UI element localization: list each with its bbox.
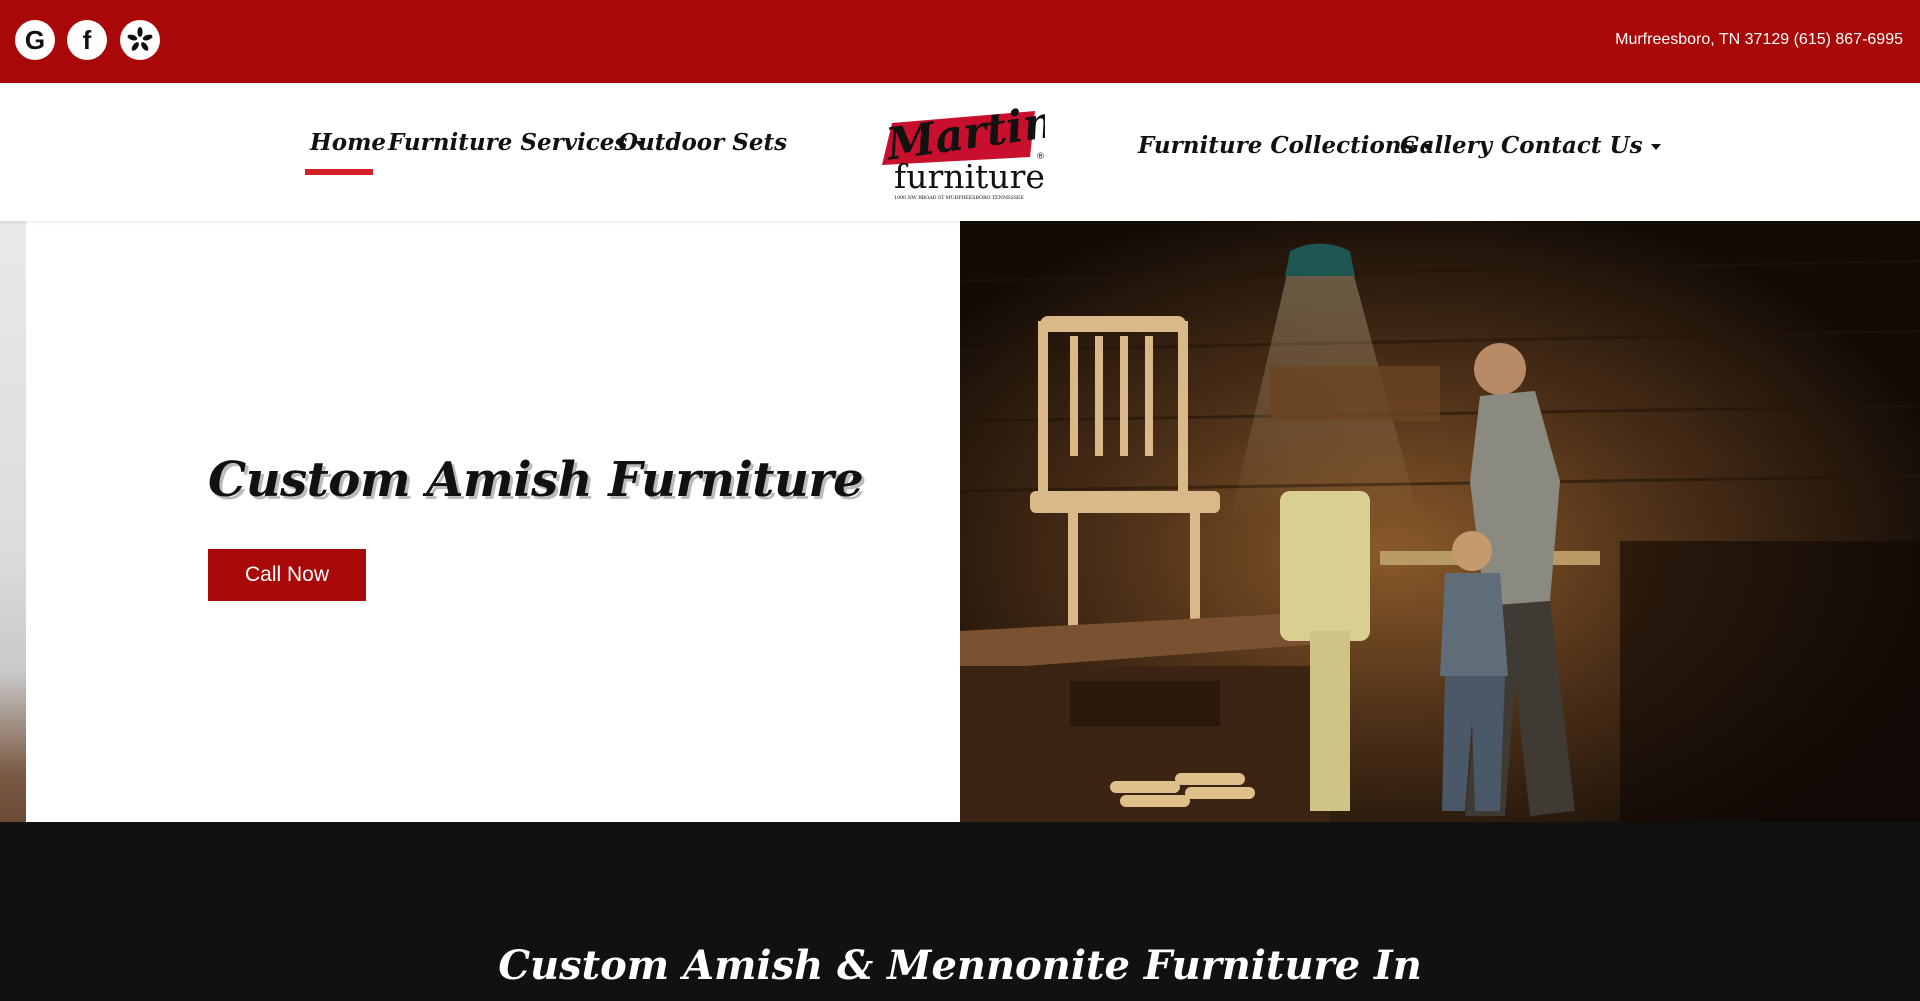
boy-shirt	[1440, 573, 1508, 676]
hero-title: Custom Amish Furniture	[208, 452, 864, 508]
logo-sub-text: furniture	[894, 157, 1045, 196]
nav-contact-us-label: Contact Us	[1501, 132, 1643, 159]
nav-outdoor-sets[interactable]: Outdoor Sets	[618, 129, 787, 156]
workbench-drawer	[1070, 681, 1220, 726]
call-now-button[interactable]: Call Now	[208, 549, 366, 601]
facebook-icon[interactable]: f	[67, 20, 107, 60]
hero-edge-photo	[0, 221, 26, 822]
section-heading: Custom Amish & Mennonite Furniture In	[498, 942, 1422, 989]
man-head	[1474, 343, 1526, 395]
active-nav-indicator	[305, 169, 373, 175]
intro-section: Custom Amish & Mennonite Furniture In	[0, 822, 1920, 1001]
boy-head	[1452, 531, 1492, 571]
nav-home[interactable]: Home	[310, 129, 386, 156]
lathe-head	[1280, 491, 1370, 641]
hero-text-panel	[26, 221, 961, 822]
nav-furniture-collections-label: Furniture Collections	[1138, 132, 1415, 159]
nav-outdoor-sets-label: Outdoor Sets	[618, 129, 788, 156]
chevron-down-icon	[1650, 144, 1661, 150]
top-bar: G f Murfreesboro, TN 37129 (615) 867-699…	[0, 0, 1920, 83]
lathe-stand	[1310, 631, 1350, 811]
tool-rack	[1270, 366, 1440, 421]
facebook-glyph: f	[82, 24, 92, 55]
google-glyph: G	[24, 24, 46, 55]
main-navigation: Home Furniture Services Outdoor Sets Mar…	[0, 83, 1920, 221]
workshop-photo	[960, 221, 1920, 822]
logo-tagline: 1000 NW BROAD ST MURFREESBORO TENNESSEE	[894, 195, 1024, 201]
google-icon[interactable]: G	[15, 20, 55, 60]
nav-furniture-collections[interactable]: Furniture Collections	[1138, 132, 1433, 159]
nav-furniture-services[interactable]: Furniture Services	[388, 129, 646, 156]
nav-gallery-label: Gallery	[1400, 132, 1493, 159]
yelp-icon[interactable]	[120, 20, 160, 60]
nav-gallery[interactable]: Gallery	[1400, 132, 1492, 159]
nav-furniture-services-label: Furniture Services	[388, 129, 628, 156]
location-phone-text[interactable]: Murfreesboro, TN 37129 (615) 867-6995	[1615, 31, 1903, 49]
yelp-burst-shape	[127, 27, 153, 51]
shadow-area	[1620, 541, 1920, 822]
hero-banner: Custom Amish Furniture Call Now	[0, 221, 1920, 822]
nav-contact-us[interactable]: Contact Us	[1501, 132, 1661, 159]
nav-home-label: Home	[310, 129, 387, 156]
martin-furniture-logo[interactable]: Martin ® furniture 1000 NW BROAD ST MURF…	[870, 95, 1045, 203]
